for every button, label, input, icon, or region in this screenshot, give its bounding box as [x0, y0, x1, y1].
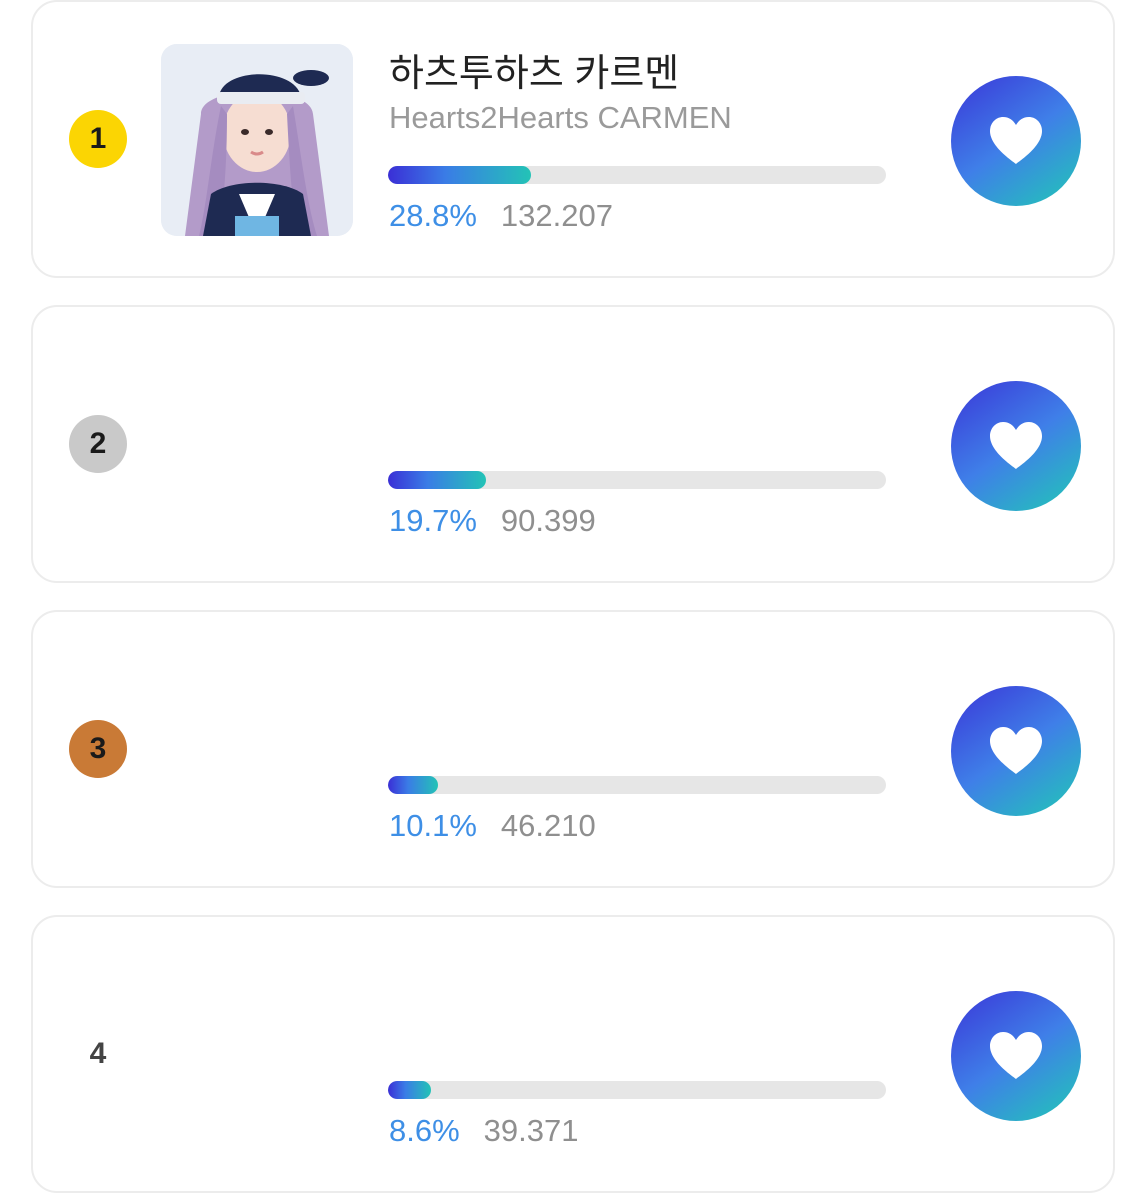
vote-ranking-list: 1 하츠투하츠 카르멘 Hearts2Hearts CARMEN 28.8% 1…: [0, 0, 1144, 1200]
vote-percentage: 19.7%: [389, 503, 477, 538]
heart-icon: [990, 422, 1042, 469]
heart-icon: [990, 1032, 1042, 1079]
vote-heart-button[interactable]: [951, 381, 1081, 511]
vote-stats: 28.8% 132.207: [389, 198, 613, 234]
vote-stats: 10.1% 46.210: [389, 808, 596, 844]
vote-progress-fill: [388, 166, 532, 184]
artist-name-korean: 하츠투하츠 카르멘: [389, 53, 680, 95]
ranking-card[interactable]: 1 하츠투하츠 카르멘 Hearts2Hearts CARMEN 28.8% 1…: [31, 0, 1115, 278]
vote-percentage: 10.1%: [389, 808, 477, 843]
vote-progress-fill: [388, 776, 439, 794]
rank-badge: 3: [69, 720, 127, 778]
vote-heart-button[interactable]: [951, 76, 1081, 206]
ranking-card[interactable]: 3 10.1% 46.210: [31, 610, 1115, 888]
vote-count: 90.399: [500, 503, 596, 538]
rank-badge: 2: [69, 415, 127, 473]
rank-number: 4: [89, 1037, 107, 1070]
ranking-card[interactable]: 2 19.7% 90.399: [31, 305, 1115, 583]
vote-progress-fill: [388, 471, 487, 489]
vote-count: 39.371: [483, 1113, 579, 1148]
vote-percentage: 28.8%: [389, 198, 477, 233]
vote-count: 46.210: [500, 808, 596, 843]
vote-stats: 19.7% 90.399: [389, 503, 596, 539]
vote-percentage: 8.6%: [389, 1113, 460, 1148]
vote-progress-fill: [388, 1081, 431, 1099]
vote-progress-bar: [388, 166, 886, 184]
vote-progress-bar: [388, 776, 886, 794]
artist-name-english: Hearts2Hearts CARMEN: [389, 100, 732, 135]
heart-icon: [990, 727, 1042, 774]
ranking-card[interactable]: 4 8.6% 39.371: [31, 915, 1115, 1193]
artist-photo: [161, 44, 353, 236]
heart-icon: [990, 117, 1042, 164]
vote-stats: 8.6% 39.371: [389, 1113, 579, 1149]
vote-heart-button[interactable]: [951, 686, 1081, 816]
vote-progress-bar: [388, 1081, 886, 1099]
vote-progress-bar: [388, 471, 886, 489]
vote-heart-button[interactable]: [951, 991, 1081, 1121]
rank-badge: 1: [69, 110, 127, 168]
vote-count: 132.207: [500, 198, 613, 233]
